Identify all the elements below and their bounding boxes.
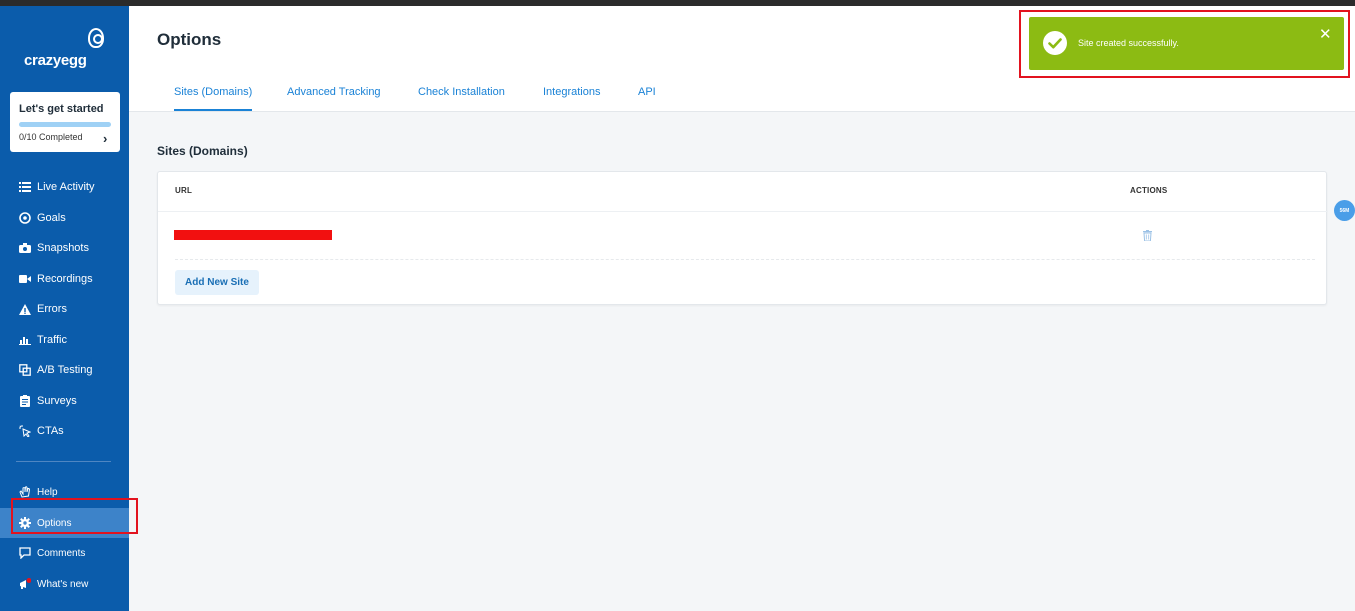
sidebar-divider [16,461,111,462]
sidebar-item-recordings[interactable]: Recordings [0,264,129,294]
chevron-right-icon: › [103,131,108,146]
clipboard-icon [18,395,31,408]
highlight-options-box [11,498,138,534]
cursor-click-icon [18,425,31,438]
bar-chart-icon [18,334,31,347]
tab-sites-domains[interactable]: Sites (Domains) [174,86,253,111]
logo-text: crazyegg [24,52,87,69]
video-icon [18,273,31,286]
target-icon [18,212,31,225]
header-divider [158,211,1328,212]
comment-icon [18,547,31,560]
sidebar-item-label: CTAs [37,425,64,437]
add-new-site-button[interactable]: Add New Site [175,270,259,295]
onboarding-progress-bar [19,122,111,127]
redacted-site-url [174,230,332,240]
trash-icon[interactable] [1143,228,1152,246]
list-icon [18,181,31,194]
tab-advanced-tracking[interactable]: Advanced Tracking [287,86,381,98]
sidebar-item-label: Comments [37,547,86,559]
sidebar-item-label: Recordings [37,273,93,285]
sidebar-item-goals[interactable]: Goals [0,203,129,233]
hand-wave-icon [18,486,31,499]
section-title: Sites (Domains) [157,144,248,158]
sidebar-item-traffic[interactable]: Traffic [0,325,129,355]
onboarding-card[interactable]: Let's get started 0/10 Completed › [10,92,120,152]
ab-test-icon [18,364,31,377]
sidebar-item-snapshots[interactable]: Snapshots [0,233,129,263]
sidebar-item-comments[interactable]: Comments [0,538,129,568]
warning-icon [18,303,31,316]
sites-table: URL ACTIONS Add New Site [157,171,1328,305]
onboarding-progress-text: 0/10 Completed [19,132,83,142]
sidebar-item-label: Traffic [37,334,67,346]
column-header-url: URL [175,186,193,195]
highlight-toast-box [1019,10,1350,78]
onboarding-title: Let's get started [19,103,104,115]
tab-check-installation[interactable]: Check Installation [418,86,505,98]
page-title: Options [157,30,222,49]
sidebar-item-whats-new[interactable]: What's new [0,569,129,599]
sidebar-item-label: Surveys [37,395,77,407]
side-badge[interactable]: 56M [1334,200,1355,221]
crazyegg-logo[interactable]: crazyegg [24,28,114,76]
tab-api[interactable]: API [638,86,656,98]
egg-logo-icon [88,28,104,48]
row-divider [175,259,1315,260]
sidebar-item-label: Snapshots [37,242,89,254]
megaphone-icon [18,578,31,591]
sidebar-item-live-activity[interactable]: Live Activity [0,172,129,202]
sidebar-item-label: Errors [37,303,67,315]
sidebar-item-ctas[interactable]: CTAs [0,416,129,446]
sidebar-item-ab-testing[interactable]: A/B Testing [0,355,129,385]
sidebar-item-label: Help [37,486,58,498]
sidebar-item-label: Live Activity [37,181,95,193]
column-header-actions: ACTIONS [1130,186,1168,195]
sidebar-item-label: A/B Testing [37,364,93,376]
sidebar-item-label: What's new [37,578,89,590]
sidebar-item-surveys[interactable]: Surveys [0,386,129,416]
main-content: Options Sites (Domains) Advanced Trackin… [129,6,1355,611]
tab-integrations[interactable]: Integrations [543,86,600,98]
sidebar-item-label: Goals [37,212,66,224]
sidebar-item-errors[interactable]: Errors [0,294,129,324]
camera-icon [18,242,31,255]
